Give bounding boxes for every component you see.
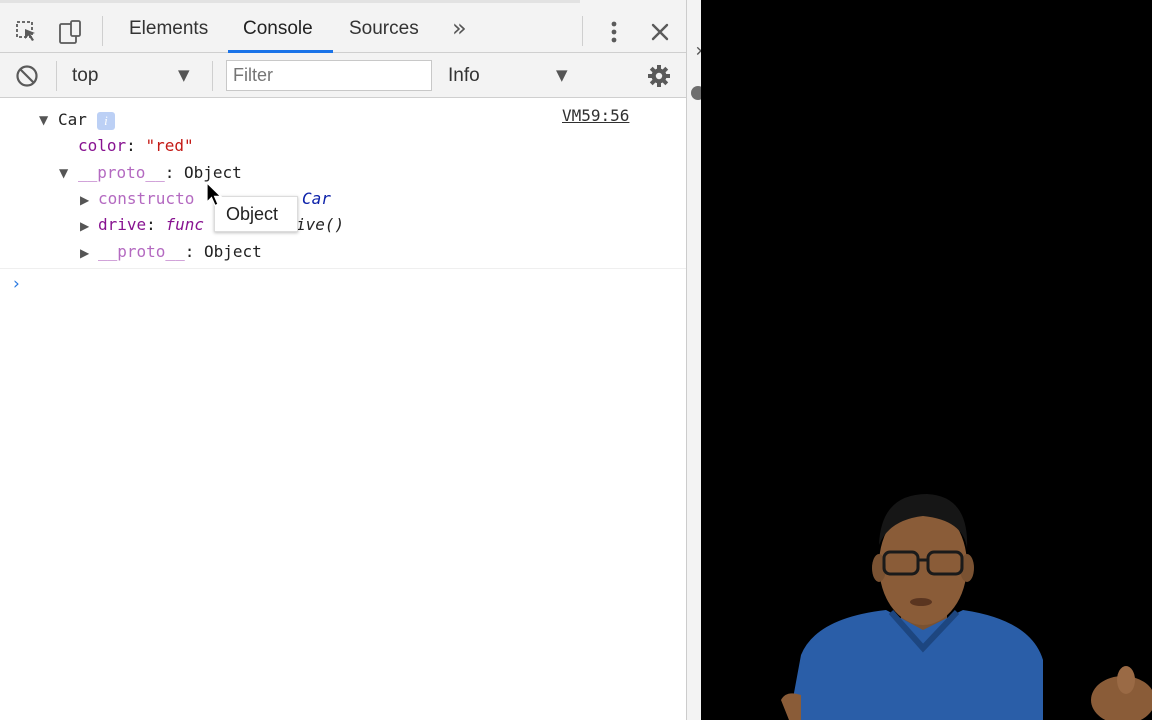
collapsed-triangle-icon[interactable]: ▶ (80, 193, 89, 207)
property-value: Object (183, 163, 242, 182)
settings-gear-icon[interactable] (646, 63, 672, 89)
inspect-element-icon[interactable] (14, 19, 40, 45)
more-tabs-chevron-icon[interactable]: » (452, 14, 467, 42)
source-link[interactable]: VM59:56 (562, 106, 629, 125)
object-header[interactable]: Car i (58, 109, 115, 131)
tab-sources[interactable]: Sources (349, 18, 419, 40)
property-nested-proto[interactable]: __proto__: Object (98, 241, 262, 263)
property-key: constructo (98, 189, 195, 208)
message-separator (0, 268, 686, 269)
colon: : (126, 136, 146, 155)
collapsed-triangle-icon[interactable]: ▶ (80, 219, 89, 233)
property-value: Object (203, 242, 262, 261)
toolbar-separator-2 (212, 61, 213, 91)
function-keyword: func (165, 215, 204, 234)
property-value: "red" (145, 136, 194, 155)
property-key: __proto__ (98, 242, 185, 261)
tab-console[interactable]: Console (243, 18, 313, 40)
filter-input[interactable] (226, 60, 432, 91)
dropdown-arrow-icon[interactable]: ▼ (556, 66, 568, 84)
tabbar-separator-right (582, 16, 583, 46)
property-key: drive (98, 215, 147, 234)
webcam-video (701, 0, 1152, 720)
collapsed-triangle-icon[interactable]: ▶ (80, 246, 89, 260)
close-icon[interactable] (648, 20, 672, 44)
panel-divider[interactable]: ✕ (686, 0, 707, 720)
mouse-cursor-icon (206, 181, 224, 213)
property-constructor[interactable]: constructo (98, 188, 194, 210)
top-border (0, 0, 580, 3)
clear-console-icon[interactable] (14, 63, 40, 89)
dropdown-arrow-icon[interactable]: ▼ (178, 66, 190, 84)
console-output: VM59:56 ▼ Car i color: "red" ▼ __proto__:… (0, 98, 686, 720)
devtools-tabbar: Elements Console Sources » (0, 0, 686, 53)
presenter-image (781, 494, 1152, 720)
console-prompt-icon[interactable]: › (13, 274, 20, 294)
constructor-value: Car (302, 189, 331, 208)
colon: : (146, 215, 166, 234)
property-key: __proto__ (78, 163, 165, 182)
colon: : (184, 242, 204, 261)
tab-elements[interactable]: Elements (129, 18, 208, 40)
devtools-panel: Elements Console Sources » top ▼ Filter … (0, 0, 686, 720)
expand-triangle-icon[interactable]: ▼ (39, 113, 48, 127)
property-drive[interactable]: drive: func (98, 214, 204, 236)
drive-value: ive() (296, 215, 345, 234)
context-selector[interactable]: top (72, 65, 98, 87)
expand-triangle-icon[interactable]: ▼ (59, 166, 68, 180)
console-toolbar: top ▼ Info ▼ (0, 53, 686, 98)
object-name: Car (58, 110, 87, 129)
property-proto[interactable]: __proto__: Object (78, 162, 242, 184)
toolbar-separator (56, 61, 57, 91)
device-toolbar-icon[interactable] (56, 18, 84, 46)
tabbar-separator (102, 16, 103, 46)
log-level-selector[interactable]: Info (448, 65, 480, 87)
property-color: color: "red" (78, 135, 194, 157)
property-key: color (78, 136, 127, 155)
kebab-menu-icon[interactable] (604, 20, 624, 44)
info-icon[interactable]: i (96, 111, 115, 130)
colon: : (164, 163, 184, 182)
hover-tooltip: Object (214, 196, 298, 232)
